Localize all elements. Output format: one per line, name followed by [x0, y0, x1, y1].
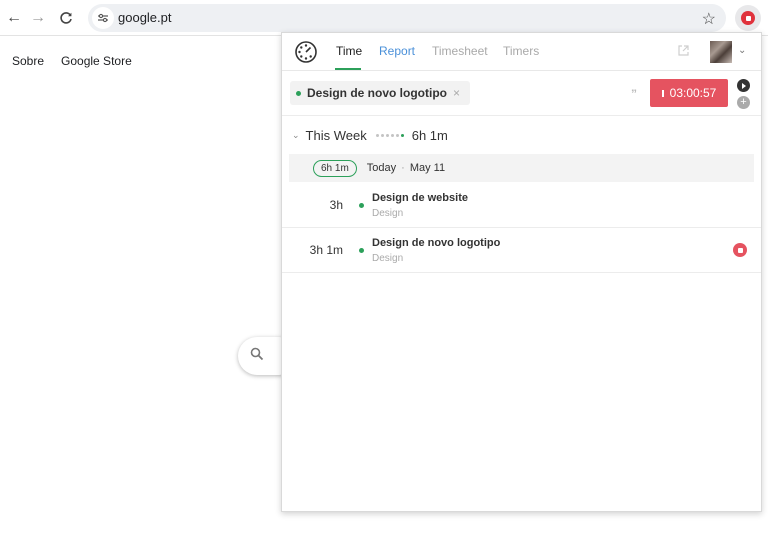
time-entry-row[interactable]: 3h Design de website Design: [282, 183, 761, 228]
link-sobre[interactable]: Sobre: [12, 54, 44, 68]
entry-title: Design de novo logotipo: [372, 237, 501, 249]
stopwatch-logo-icon[interactable]: [294, 40, 318, 64]
play-icon[interactable]: [737, 79, 750, 92]
tab-timers[interactable]: Timers: [503, 44, 539, 58]
avatar[interactable]: [710, 41, 732, 63]
day-total-badge: 6h 1m: [313, 159, 357, 177]
current-task-label: Design de novo logotipo: [307, 86, 447, 100]
stop-timer-button[interactable]: 03:00:57: [650, 79, 728, 107]
popup-header: Time Report Timesheet Timers ⌄: [282, 33, 761, 71]
entry-duration: 3h 1m: [309, 243, 343, 257]
chevron-down-icon[interactable]: ⌄: [738, 45, 746, 56]
stop-record-icon: [741, 11, 755, 25]
current-task-chip[interactable]: Design de novo logotipo ×: [290, 81, 471, 105]
google-top-links: Sobre Google Store: [12, 54, 132, 68]
forward-arrow-icon[interactable]: →: [28, 8, 48, 28]
entry-title: Design de website: [372, 192, 468, 204]
entry-duration: 3h: [329, 198, 343, 212]
day-header: 6h 1m Today · May 11: [289, 154, 754, 182]
day-date: May 11: [409, 162, 446, 174]
active-tab-indicator: [335, 68, 361, 70]
week-label: This Week: [305, 128, 367, 143]
back-arrow-icon[interactable]: ←: [4, 8, 24, 28]
project-color-dot: [359, 248, 364, 253]
week-summary[interactable]: ⌄ This Week 6h 1m: [292, 128, 448, 143]
bookmark-star-icon[interactable]: ☆: [702, 9, 716, 29]
day-separator: ·: [401, 162, 405, 174]
tab-time[interactable]: Time: [336, 44, 362, 58]
timer-value: 03:00:57: [669, 86, 717, 100]
pause-bar-icon: [661, 89, 664, 97]
entry-project: Design: [372, 208, 404, 219]
time-entry-row[interactable]: 3h 1m Design de novo logotipo Design: [282, 228, 761, 273]
address-bar[interactable]: google.pt ☆: [88, 4, 726, 32]
tab-timesheet[interactable]: Timesheet: [432, 44, 488, 58]
tab-report[interactable]: Report: [379, 44, 415, 58]
week-activity-dots-icon: [375, 134, 404, 137]
day-label: Today: [366, 162, 397, 174]
project-color-dot: [359, 203, 364, 208]
site-settings-icon[interactable]: [92, 7, 114, 29]
time-tracker-popup: Time Report Timesheet Timers ⌄ Design de…: [281, 32, 762, 512]
open-external-icon[interactable]: [677, 44, 690, 57]
url-text[interactable]: google.pt: [118, 10, 172, 25]
project-color-dot: [296, 90, 301, 96]
time-tracker-extension-button[interactable]: [735, 5, 761, 31]
chevron-down-icon[interactable]: ⌄: [292, 130, 300, 141]
clear-task-icon[interactable]: ×: [453, 86, 460, 100]
week-total: 6h 1m: [411, 128, 448, 143]
search-icon: [250, 347, 264, 361]
stop-entry-icon[interactable]: [733, 243, 747, 257]
current-timer-row: Design de novo logotipo × ” 03:00:57 +: [282, 72, 761, 116]
add-entry-icon[interactable]: +: [737, 96, 750, 109]
entry-project: Design: [372, 253, 404, 264]
reload-icon[interactable]: [56, 8, 76, 28]
link-google-store[interactable]: Google Store: [61, 54, 132, 68]
browser-toolbar: ← → google.pt ☆: [0, 0, 768, 36]
notes-quote-icon[interactable]: ”: [631, 87, 637, 101]
